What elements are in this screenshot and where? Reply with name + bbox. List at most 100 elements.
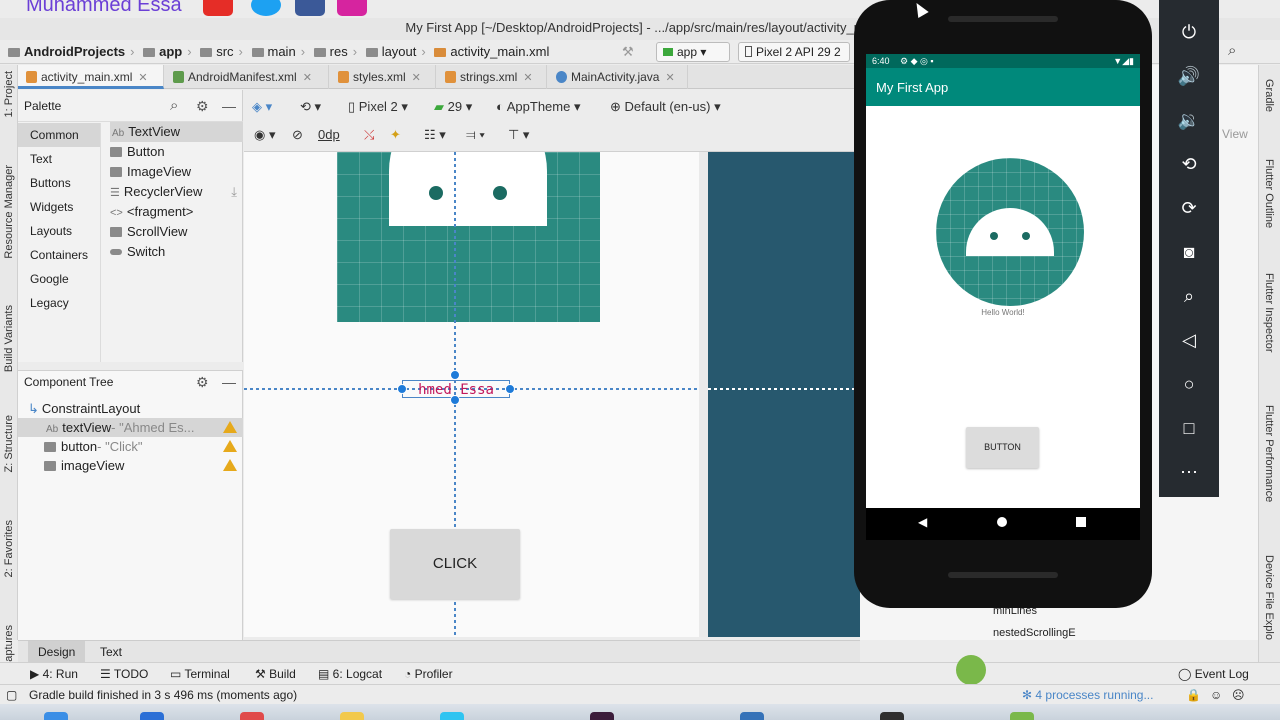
event-log-button[interactable]: ◯ Event Log <box>1178 665 1249 683</box>
build-tool-button[interactable]: ⚒ Build <box>255 665 296 683</box>
tab-strings[interactable]: strings.xml ✕ <box>437 65 547 89</box>
tab-styles[interactable]: styles.xml ✕ <box>330 65 436 89</box>
build-variants-tab[interactable]: Build Variants <box>3 305 15 372</box>
palette-category-buttons[interactable]: Buttons <box>18 171 100 195</box>
terminal-dock-icon[interactable] <box>880 712 904 720</box>
home-icon[interactable]: ○ <box>1159 362 1219 406</box>
close-icon[interactable]: ✕ <box>523 72 532 84</box>
default-margin[interactable]: 0dp <box>318 126 340 144</box>
more-icon[interactable]: ⋯ <box>1159 450 1219 494</box>
breadcrumb-src[interactable]: src <box>216 44 233 59</box>
eye-icon[interactable]: ◉ ▾ <box>254 126 275 144</box>
captures-tab[interactable]: aptures <box>3 625 15 662</box>
tab-main-activity[interactable]: MainActivity.java ✕ <box>548 65 688 89</box>
palette-item-recyclerview[interactable]: ☰ RecyclerView ⤓ <box>110 182 243 202</box>
vscode-icon[interactable] <box>740 712 764 720</box>
palette-item-button[interactable]: Button <box>110 142 243 162</box>
palette-category-google[interactable]: Google <box>18 267 100 291</box>
button-preview[interactable]: CLICK <box>390 529 520 599</box>
download-icon[interactable]: ⤓ <box>231 182 237 202</box>
emulator-screen[interactable]: 6:40 ⚙ ◆ ◎ ▪ ▼◢▮ My First App Hello Worl… <box>866 54 1140 508</box>
zoom-icon[interactable]: ⌕ <box>1159 274 1219 318</box>
warning-icon[interactable] <box>223 459 237 471</box>
constraint-handle-top[interactable] <box>450 370 460 380</box>
pack-icon[interactable]: ☷ ▾ <box>424 126 446 144</box>
palette-category-containers[interactable]: Containers <box>18 243 100 267</box>
gradle-tab[interactable]: Gradle <box>1263 79 1275 112</box>
device-select[interactable]: Pixel 2 API 29 2 <box>738 42 850 62</box>
messages-icon[interactable] <box>440 712 464 720</box>
clear-constraints-icon[interactable]: ⤯ <box>364 126 374 144</box>
favorites-tab[interactable]: 2: Favorites <box>3 520 15 577</box>
warning-icon[interactable] <box>223 440 237 452</box>
device-dropdown[interactable]: ▯ Pixel 2 ▾ <box>348 98 408 116</box>
search-icon[interactable]: ⌕ <box>170 90 178 122</box>
palette-item-scrollview[interactable]: ScrollView <box>110 222 243 242</box>
palette-category-widgets[interactable]: Widgets <box>18 195 100 219</box>
overview-icon[interactable] <box>1076 517 1086 527</box>
palette-item-fragment[interactable]: <> <fragment> <box>110 202 243 222</box>
breadcrumb-project[interactable]: AndroidProjects <box>24 44 125 59</box>
rotate-right-icon[interactable]: ⟳ <box>1159 186 1219 230</box>
warning-icon[interactable] <box>223 421 237 433</box>
palette-item-textview[interactable]: Ab TextView <box>110 122 243 142</box>
breadcrumb-app[interactable]: app <box>159 44 182 59</box>
tab-android-manifest[interactable]: AndroidManifest.xml ✕ <box>165 65 329 89</box>
camera-icon[interactable]: ◙ <box>1159 230 1219 274</box>
palette-category-text[interactable]: Text <box>18 147 100 171</box>
palette-category-legacy[interactable]: Legacy <box>18 291 100 315</box>
palette-item-switch[interactable]: Switch <box>110 242 243 262</box>
magnet-icon[interactable]: ⊘ <box>292 126 303 144</box>
hammer-icon[interactable]: ⚒ <box>622 44 634 60</box>
attr-nested-scrolling[interactable]: nestedScrollingE <box>993 627 1093 639</box>
palette-category-layouts[interactable]: Layouts <box>18 219 100 243</box>
layout-toggle-icon[interactable]: ▢ <box>6 685 17 705</box>
gear-icon[interactable]: ⚙ <box>196 90 209 122</box>
tab-activity-main[interactable]: activity_main.xml ✕ <box>18 65 164 89</box>
image-view-preview[interactable] <box>337 152 600 322</box>
structure-tab[interactable]: Z: Structure <box>3 415 15 472</box>
tree-node-textview[interactable]: Ab textView- "Ahmed Es... <box>18 418 243 437</box>
close-icon[interactable]: ✕ <box>138 72 147 84</box>
terminal-tool-button[interactable]: ▭ Terminal <box>170 665 230 683</box>
tree-node-constraintlayout[interactable]: ↳ ConstraintLayout <box>28 399 238 418</box>
adobe-icon[interactable] <box>590 712 614 720</box>
layers-icon[interactable]: ◈ ▾ <box>252 98 272 116</box>
logcat-tool-button[interactable]: ▤ 6: Logcat <box>318 665 382 683</box>
guidelines-icon[interactable]: ⊤ ▾ <box>508 126 529 144</box>
constraint-handle-left[interactable] <box>397 384 407 394</box>
align-icon[interactable]: ⫤ ▾ <box>466 126 485 144</box>
calendar-icon[interactable] <box>240 712 264 720</box>
android-status-icon[interactable] <box>956 655 986 685</box>
flutter-performance-tab[interactable]: Flutter Performance <box>1263 405 1275 502</box>
android-studio-icon[interactable] <box>1010 712 1034 720</box>
emulator-button[interactable]: BUTTON <box>966 427 1039 468</box>
close-icon[interactable]: ✕ <box>303 72 312 84</box>
design-surface[interactable]: hmed Essa CLICK <box>244 152 699 637</box>
app-store-icon[interactable] <box>140 712 164 720</box>
module-select[interactable]: app ▾ <box>656 42 730 62</box>
notes-icon[interactable] <box>340 712 364 720</box>
volume-down-icon[interactable]: 🔉 <box>1159 98 1219 142</box>
breadcrumb-res[interactable]: res <box>330 44 348 59</box>
orientation-icon[interactable]: ⟲ ▾ <box>300 98 321 116</box>
background-tasks[interactable]: ✻ 4 processes running... <box>1022 685 1153 705</box>
search-icon[interactable]: ⌕ <box>1228 42 1236 59</box>
resource-manager-tab[interactable]: Resource Manager <box>3 165 15 259</box>
breadcrumb-file[interactable]: activity_main.xml <box>450 44 549 59</box>
theme-dropdown[interactable]: ◐ AppTheme ▾ <box>496 98 580 116</box>
tab-text[interactable]: Text <box>90 641 132 663</box>
constraint-handle-right[interactable] <box>505 384 515 394</box>
device-file-explorer-tab[interactable]: Device File Explo <box>1263 555 1275 640</box>
rotate-left-icon[interactable]: ⟲ <box>1159 142 1219 186</box>
close-icon[interactable]: ✕ <box>412 72 421 84</box>
project-tool-tab[interactable]: 1: Project <box>3 71 15 117</box>
finder-icon[interactable] <box>44 712 68 720</box>
power-icon[interactable]: ⏻ <box>1159 10 1219 54</box>
api-dropdown[interactable]: ▰ 29 ▾ <box>434 98 472 116</box>
frown-icon[interactable]: ☹ <box>1232 685 1245 705</box>
volume-up-icon[interactable]: 🔊 <box>1159 54 1219 98</box>
profiler-tool-button[interactable]: ◔ Profiler <box>404 665 453 683</box>
flutter-outline-tab[interactable]: Flutter Outline <box>1263 159 1275 228</box>
tree-node-button[interactable]: button- "Click" <box>18 437 243 456</box>
